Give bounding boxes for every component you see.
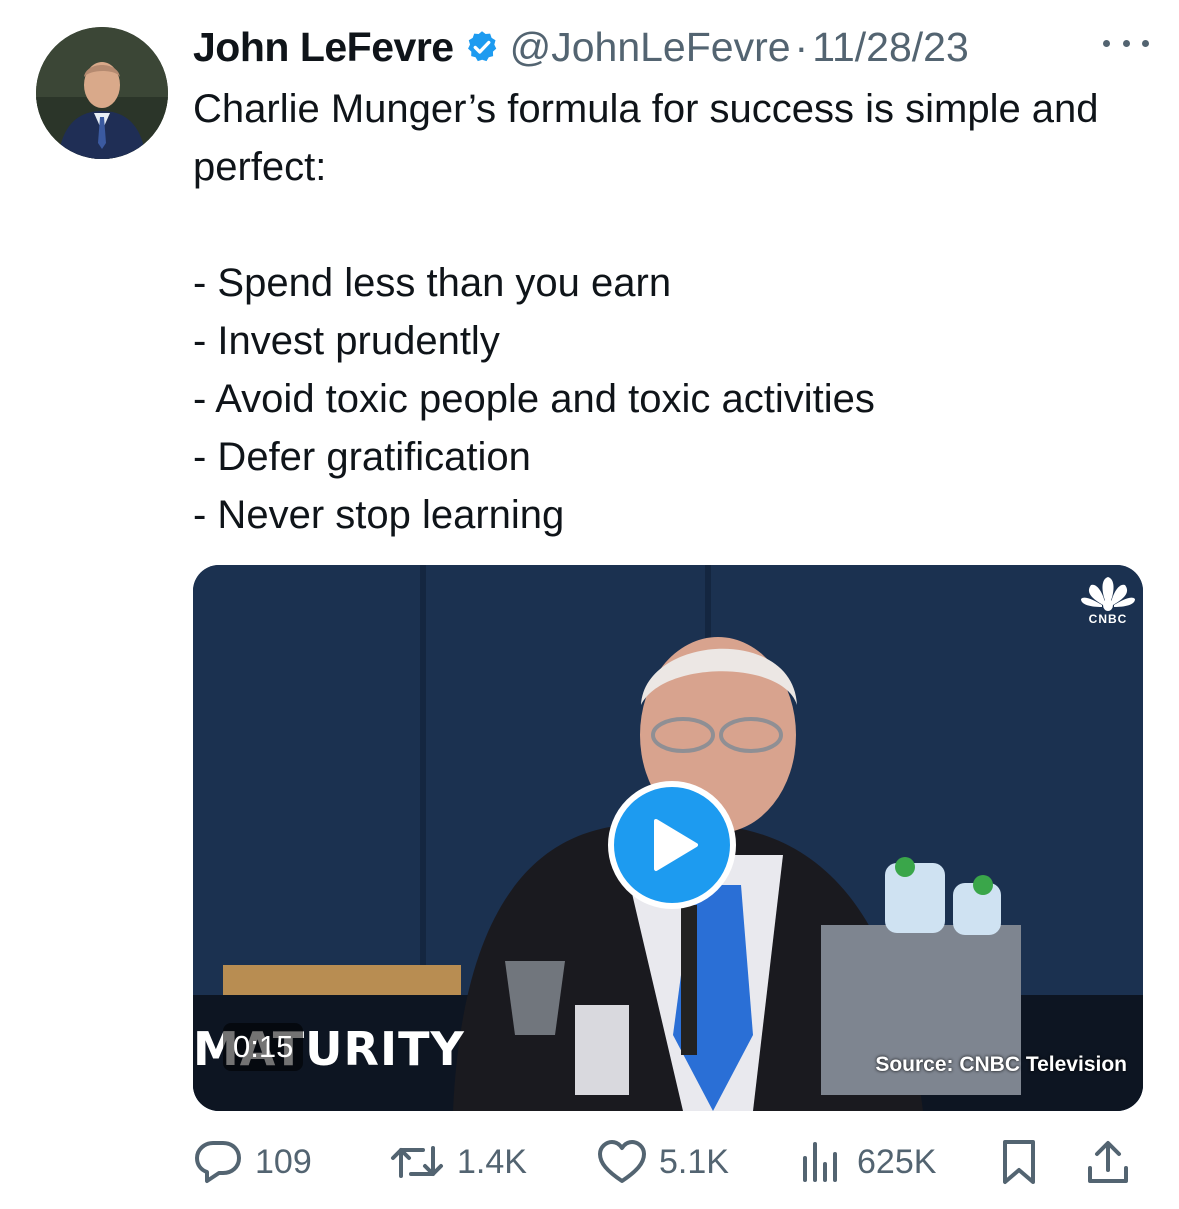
repost-icon: [391, 1146, 443, 1178]
reply-button[interactable]: 109: [193, 1136, 312, 1188]
tweet-header: John LeFevre @JohnLeFevre · 11/28/23: [193, 22, 1149, 72]
avatar[interactable]: [36, 27, 168, 159]
repost-button[interactable]: 1.4K: [389, 1136, 527, 1188]
author-name[interactable]: John LeFevre: [193, 24, 454, 71]
verified-badge-icon[interactable]: [464, 29, 500, 65]
views-button[interactable]: 625K: [799, 1136, 936, 1188]
cnbc-logo: CNBC: [1075, 577, 1141, 629]
repost-count: 1.4K: [457, 1142, 527, 1181]
bookmark-button[interactable]: [999, 1136, 1039, 1188]
source-caption: Source: CNBC Television: [875, 1053, 1127, 1076]
cnbc-logo-text: CNBC: [1088, 612, 1128, 626]
views-chart-icon: [803, 1142, 837, 1182]
share-button[interactable]: [1085, 1136, 1131, 1188]
reply-count: 109: [255, 1142, 312, 1181]
author-handle[interactable]: @JohnLeFevre: [510, 24, 791, 71]
bookmark-icon: [1003, 1140, 1035, 1184]
video-player[interactable]: CNBC MATURITY 0:15 Source: CNBC Televisi…: [193, 565, 1143, 1111]
tweet-date[interactable]: 11/28/23: [812, 24, 969, 71]
action-bar: 109 1.4K 5.1K 625K: [193, 1136, 1143, 1188]
more-options-icon[interactable]: [1103, 28, 1149, 58]
views-count: 625K: [857, 1142, 937, 1181]
like-button[interactable]: 5.1K: [597, 1136, 729, 1188]
heart-icon: [598, 1140, 646, 1183]
play-icon[interactable]: [608, 781, 736, 909]
tweet-text: Charlie Munger’s formula for success is …: [193, 87, 1099, 537]
share-icon: [1088, 1141, 1128, 1183]
reply-icon: [195, 1141, 241, 1183]
separator-dot: ·: [794, 23, 809, 70]
like-count: 5.1K: [659, 1142, 729, 1181]
video-duration: 0:15: [223, 1023, 304, 1071]
